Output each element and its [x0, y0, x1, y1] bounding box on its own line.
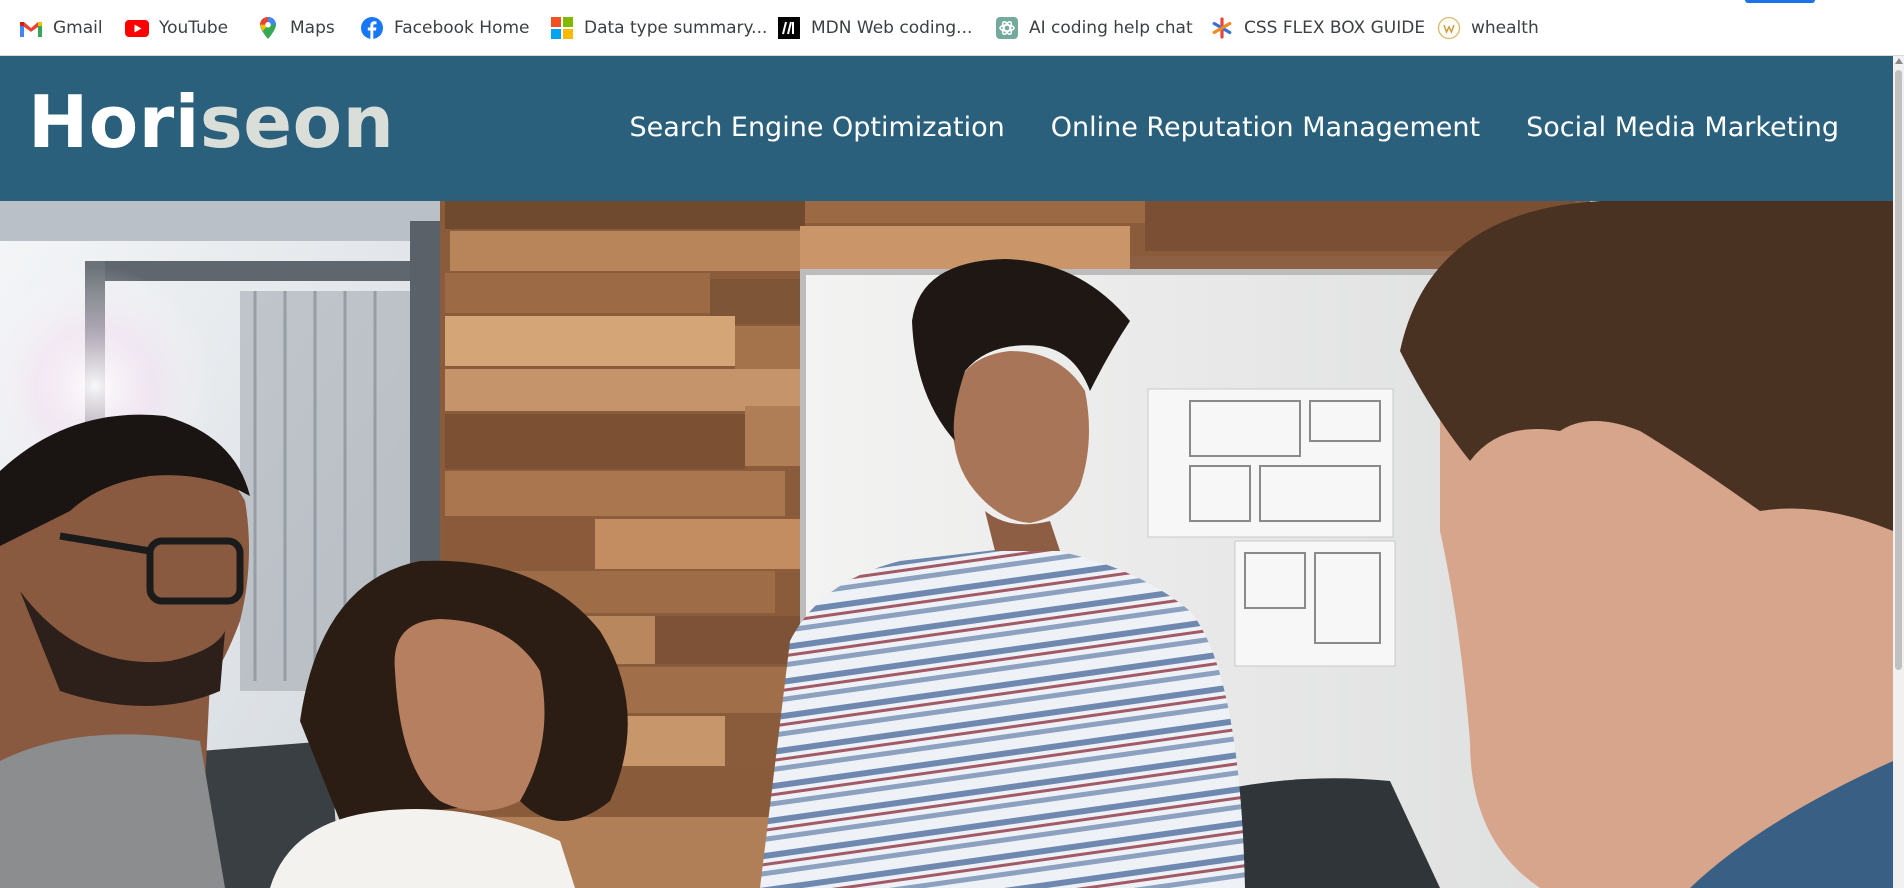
mdn-icon — [777, 16, 801, 40]
microsoft-icon — [550, 16, 574, 40]
logo-accent-text: seon — [199, 80, 395, 164]
bookmark-label: Gmail — [53, 18, 103, 38]
bookmark-label: Facebook Home — [394, 18, 530, 38]
youtube-icon — [125, 16, 149, 40]
bookmark-css-flex-box-guide[interactable]: CSS FLEX BOX GUIDE — [1210, 16, 1425, 40]
hero-image — [0, 201, 1893, 888]
bookmark-whealth[interactable]: whealth — [1437, 16, 1539, 40]
bookmark-maps[interactable]: Maps — [256, 16, 335, 40]
bookmark-gmail[interactable]: Gmail — [19, 16, 103, 40]
nav-link-social-media[interactable]: Social Media Marketing — [1526, 112, 1839, 143]
profile-indicator — [1745, 0, 1815, 3]
site-header: Horiseon Search Engine Optimization Onli… — [0, 56, 1893, 201]
bookmark-label: AI coding help chat — [1029, 18, 1193, 38]
page-viewport: Horiseon Search Engine Optimization Onli… — [0, 56, 1893, 888]
bookmark-label: Maps — [290, 18, 335, 38]
bookmark-data-type-summary[interactable]: Data type summary... — [550, 16, 767, 40]
facebook-icon — [360, 16, 384, 40]
chatgpt-icon — [995, 16, 1019, 40]
whealth-icon — [1437, 16, 1461, 40]
logo-main-text: Hori — [28, 80, 200, 164]
nav-link-online-reputation[interactable]: Online Reputation Management — [1051, 112, 1480, 143]
bookmark-label: MDN Web coding... — [811, 18, 973, 38]
scroll-up-arrow-icon[interactable] — [1895, 58, 1903, 64]
bookmark-ai-coding-help-chat[interactable]: AI coding help chat — [995, 16, 1193, 40]
bookmark-mdn-web-coding[interactable]: MDN Web coding... — [777, 16, 972, 40]
main-nav: Search Engine Optimization Online Reputa… — [630, 112, 1839, 143]
page-scrollbar[interactable] — [1893, 56, 1904, 888]
bookmark-label: CSS FLEX BOX GUIDE — [1244, 18, 1426, 38]
bookmarks-bar: Gmail YouTube Maps Facebook Home Data ty… — [0, 0, 1904, 56]
bookmark-youtube[interactable]: YouTube — [125, 16, 228, 40]
site-logo[interactable]: Horiseon — [28, 86, 394, 158]
maps-icon — [256, 16, 280, 40]
scroll-thumb[interactable] — [1895, 70, 1902, 670]
asterisk-icon — [1210, 16, 1234, 40]
gmail-icon — [19, 16, 43, 40]
bookmark-facebook-home[interactable]: Facebook Home — [360, 16, 530, 40]
bookmark-label: Data type summary... — [584, 18, 768, 38]
bookmark-label: whealth — [1471, 18, 1539, 38]
bookmark-label: YouTube — [159, 18, 229, 38]
nav-link-seo[interactable]: Search Engine Optimization — [630, 112, 1005, 143]
